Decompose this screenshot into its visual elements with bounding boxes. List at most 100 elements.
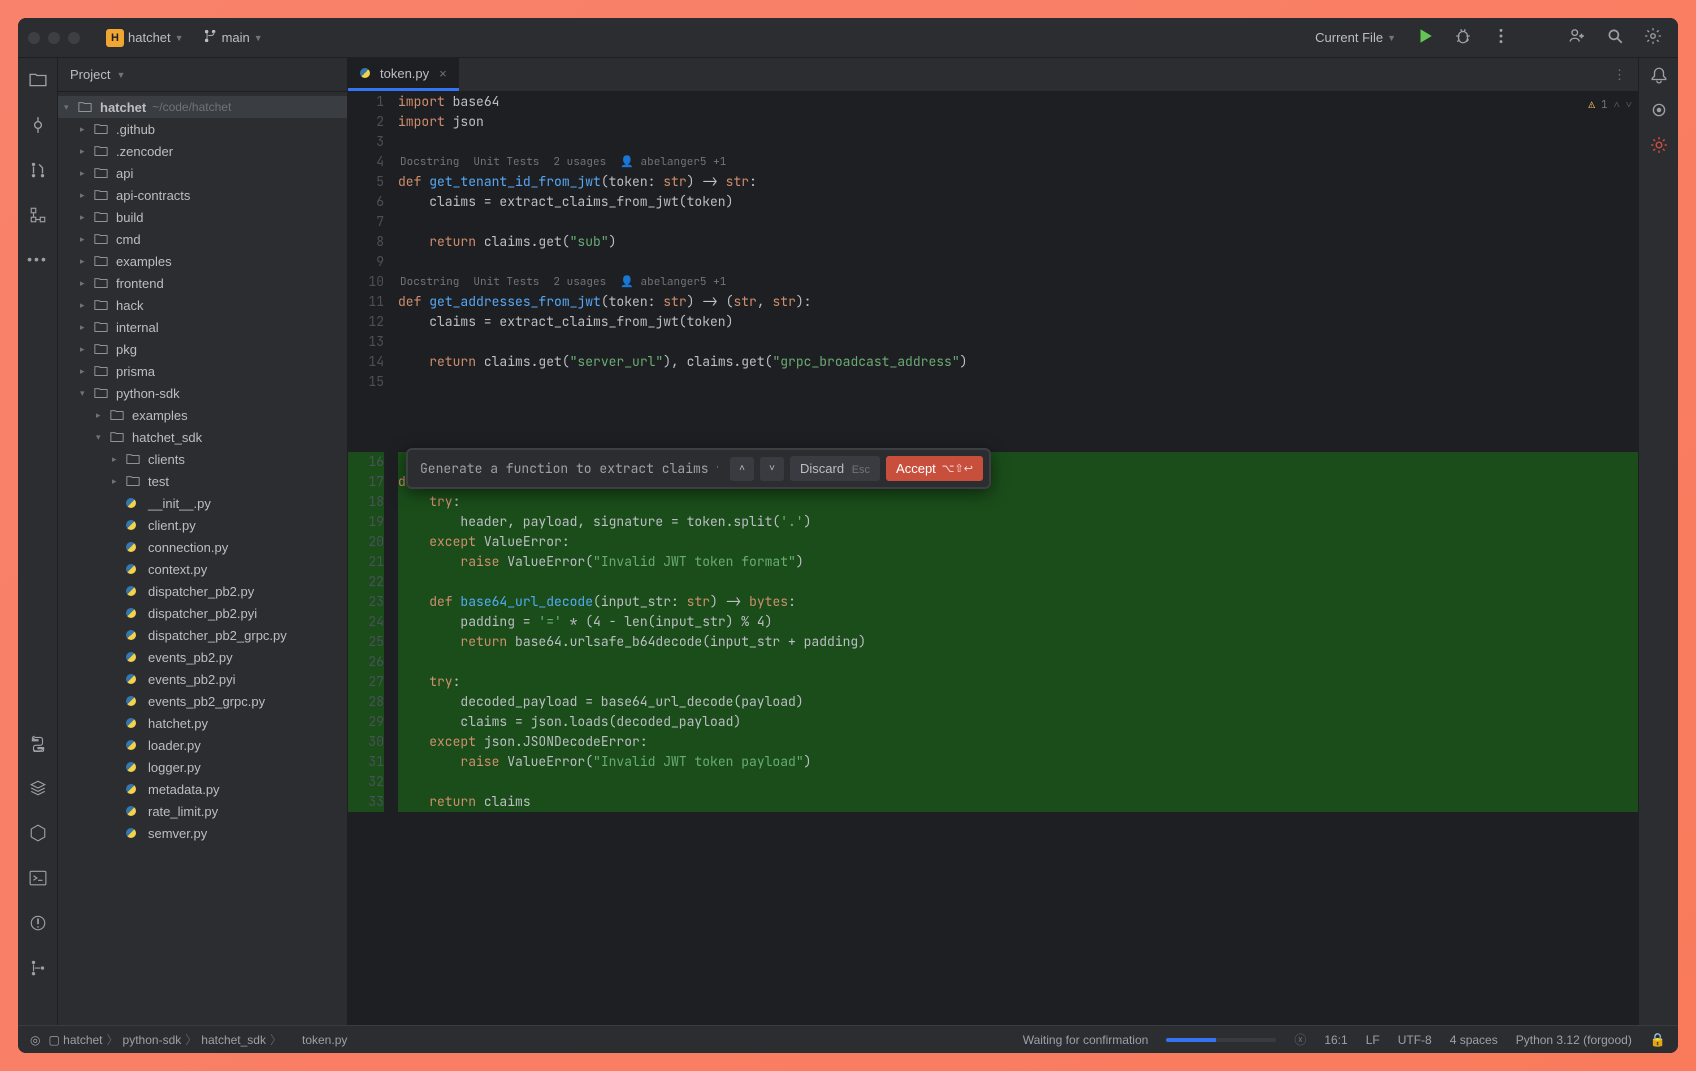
tree-item[interactable]: semver.py: [58, 822, 347, 844]
python-file-icon: [360, 68, 374, 78]
editor-gutter: 1234567891011121314151617181920212223242…: [348, 92, 398, 1025]
tree-item[interactable]: ▸build: [58, 206, 347, 228]
tree-item[interactable]: __init__.py: [58, 492, 347, 514]
code-with-me-button[interactable]: [1562, 27, 1592, 48]
tabs-menu-button[interactable]: ⋮: [1601, 58, 1638, 91]
breadcrumb-item[interactable]: hatchet_sdk: [201, 1033, 266, 1047]
close-window-button[interactable]: [28, 32, 40, 44]
ai-next-button[interactable]: ˅: [760, 457, 784, 481]
breadcrumb-item[interactable]: token.py: [286, 1033, 347, 1047]
tree-item[interactable]: ▸pkg: [58, 338, 347, 360]
project-view-title: Project: [70, 67, 110, 82]
notifications-button[interactable]: [1650, 66, 1668, 87]
tree-item[interactable]: ▸clients: [58, 448, 347, 470]
window-controls: [28, 32, 80, 44]
search-everywhere-button[interactable]: [1600, 27, 1630, 48]
tree-item[interactable]: context.py: [58, 558, 347, 580]
hexagon-tool-button[interactable]: [29, 819, 47, 850]
cancel-task-button[interactable]: ⓧ: [1294, 1031, 1306, 1048]
chevron-down-icon: ▼: [175, 33, 184, 43]
tree-item[interactable]: ▸frontend: [58, 272, 347, 294]
branch-icon: [204, 29, 218, 46]
tree-item[interactable]: dispatcher_pb2.py: [58, 580, 347, 602]
run-button[interactable]: [1410, 27, 1440, 48]
vcs-branch-selector[interactable]: main ▼: [198, 29, 269, 46]
services-tool-button[interactable]: [29, 774, 47, 805]
tree-item[interactable]: ▸internal: [58, 316, 347, 338]
titlebar: H hatchet ▼ main ▼ Current File ▼: [18, 18, 1678, 58]
more-actions-button[interactable]: [1486, 27, 1516, 48]
lock-icon[interactable]: 🔒: [1650, 1032, 1666, 1048]
tree-item[interactable]: hatchet.py: [58, 712, 347, 734]
caret-position[interactable]: 16:1: [1324, 1033, 1347, 1047]
tree-item[interactable]: rate_limit.py: [58, 800, 347, 822]
ai-assistant-button[interactable]: [1650, 101, 1668, 122]
tree-item[interactable]: ▸api: [58, 162, 347, 184]
chevron-down-icon[interactable]: ˅: [1626, 98, 1632, 112]
file-encoding[interactable]: UTF-8: [1398, 1033, 1432, 1047]
tree-item[interactable]: ▾python-sdk: [58, 382, 347, 404]
close-tab-button[interactable]: ×: [435, 66, 447, 81]
editor-tab[interactable]: token.py ×: [348, 58, 459, 91]
ai-accept-button[interactable]: Accept ⌥⇧↩: [886, 456, 983, 481]
indent-settings[interactable]: 4 spaces: [1450, 1033, 1498, 1047]
project-sidebar: Project ▼ ▾hatchet~/code/hatchet▸.github…: [58, 58, 348, 1025]
run-config-selector[interactable]: Current File ▼: [1309, 30, 1402, 45]
nav-target-icon[interactable]: ◎: [30, 1033, 40, 1047]
code-editor[interactable]: ⚠ 1 ˄ ˅ 12345678910111213141516171819202…: [348, 92, 1638, 1025]
tree-item[interactable]: ▸.github: [58, 118, 347, 140]
commit-tool-button[interactable]: [29, 111, 47, 142]
tree-item[interactable]: ▾hatchet_sdk: [58, 426, 347, 448]
tree-item[interactable]: ▸examples: [58, 404, 347, 426]
breadcrumb-item[interactable]: python-sdk: [123, 1033, 182, 1047]
project-sidebar-header[interactable]: Project ▼: [58, 58, 347, 92]
editor-code[interactable]: import base64import jsonDocstringUnit Te…: [398, 92, 1638, 1025]
inspections-widget[interactable]: ⚠ 1 ˄ ˅: [1588, 98, 1632, 112]
tree-item[interactable]: client.py: [58, 514, 347, 536]
project-tree[interactable]: ▾hatchet~/code/hatchet▸.github▸.zencoder…: [58, 92, 347, 1025]
tree-item[interactable]: events_pb2.py: [58, 646, 347, 668]
tree-item[interactable]: ▸test: [58, 470, 347, 492]
tree-item[interactable]: events_pb2_grpc.py: [58, 690, 347, 712]
tree-item[interactable]: dispatcher_pb2.pyi: [58, 602, 347, 624]
minimize-window-button[interactable]: [48, 32, 60, 44]
project-selector[interactable]: H hatchet ▼: [100, 29, 190, 47]
tab-label: token.py: [380, 66, 429, 81]
tree-item[interactable]: ▸prisma: [58, 360, 347, 382]
line-separator[interactable]: LF: [1366, 1033, 1380, 1047]
tree-item[interactable]: ▸cmd: [58, 228, 347, 250]
ai-prompt-input[interactable]: [414, 456, 724, 481]
zoom-window-button[interactable]: [68, 32, 80, 44]
problems-tool-button[interactable]: [29, 909, 47, 940]
tree-item[interactable]: connection.py: [58, 536, 347, 558]
tree-item[interactable]: ▸hack: [58, 294, 347, 316]
vcs-tool-button[interactable]: [29, 954, 47, 985]
project-tool-button[interactable]: [29, 66, 47, 97]
breadcrumb[interactable]: ▢ hatchet〉python-sdk〉hatchet_sdk〉token.p…: [48, 1031, 347, 1048]
terminal-tool-button[interactable]: [29, 864, 47, 895]
tree-item[interactable]: metadata.py: [58, 778, 347, 800]
breadcrumb-item[interactable]: ▢ hatchet: [48, 1033, 102, 1047]
gear-accent-button[interactable]: [1650, 136, 1668, 157]
tree-item[interactable]: logger.py: [58, 756, 347, 778]
debug-button[interactable]: [1448, 27, 1478, 48]
tree-item[interactable]: ▸.zencoder: [58, 140, 347, 162]
settings-button[interactable]: [1638, 27, 1668, 48]
tree-item[interactable]: ▸examples: [58, 250, 347, 272]
background-task-label[interactable]: Waiting for confirmation: [1023, 1033, 1149, 1047]
warning-icon: ⚠: [1588, 98, 1595, 112]
pull-requests-tool-button[interactable]: [29, 156, 47, 187]
tree-item[interactable]: events_pb2.pyi: [58, 668, 347, 690]
tree-item[interactable]: dispatcher_pb2_grpc.py: [58, 624, 347, 646]
ai-discard-button[interactable]: Discard Esc: [790, 456, 880, 481]
more-tools-button[interactable]: •••: [27, 246, 48, 272]
run-config-label: Current File: [1315, 30, 1383, 45]
tree-root[interactable]: ▾hatchet~/code/hatchet: [58, 96, 347, 118]
python-console-button[interactable]: [29, 729, 47, 760]
python-interpreter[interactable]: Python 3.12 (forgood): [1516, 1033, 1632, 1047]
tree-item[interactable]: ▸api-contracts: [58, 184, 347, 206]
structure-tool-button[interactable]: [29, 201, 47, 232]
chevron-up-icon[interactable]: ˄: [1614, 98, 1620, 112]
tree-item[interactable]: loader.py: [58, 734, 347, 756]
ai-prev-button[interactable]: ˄: [730, 457, 754, 481]
